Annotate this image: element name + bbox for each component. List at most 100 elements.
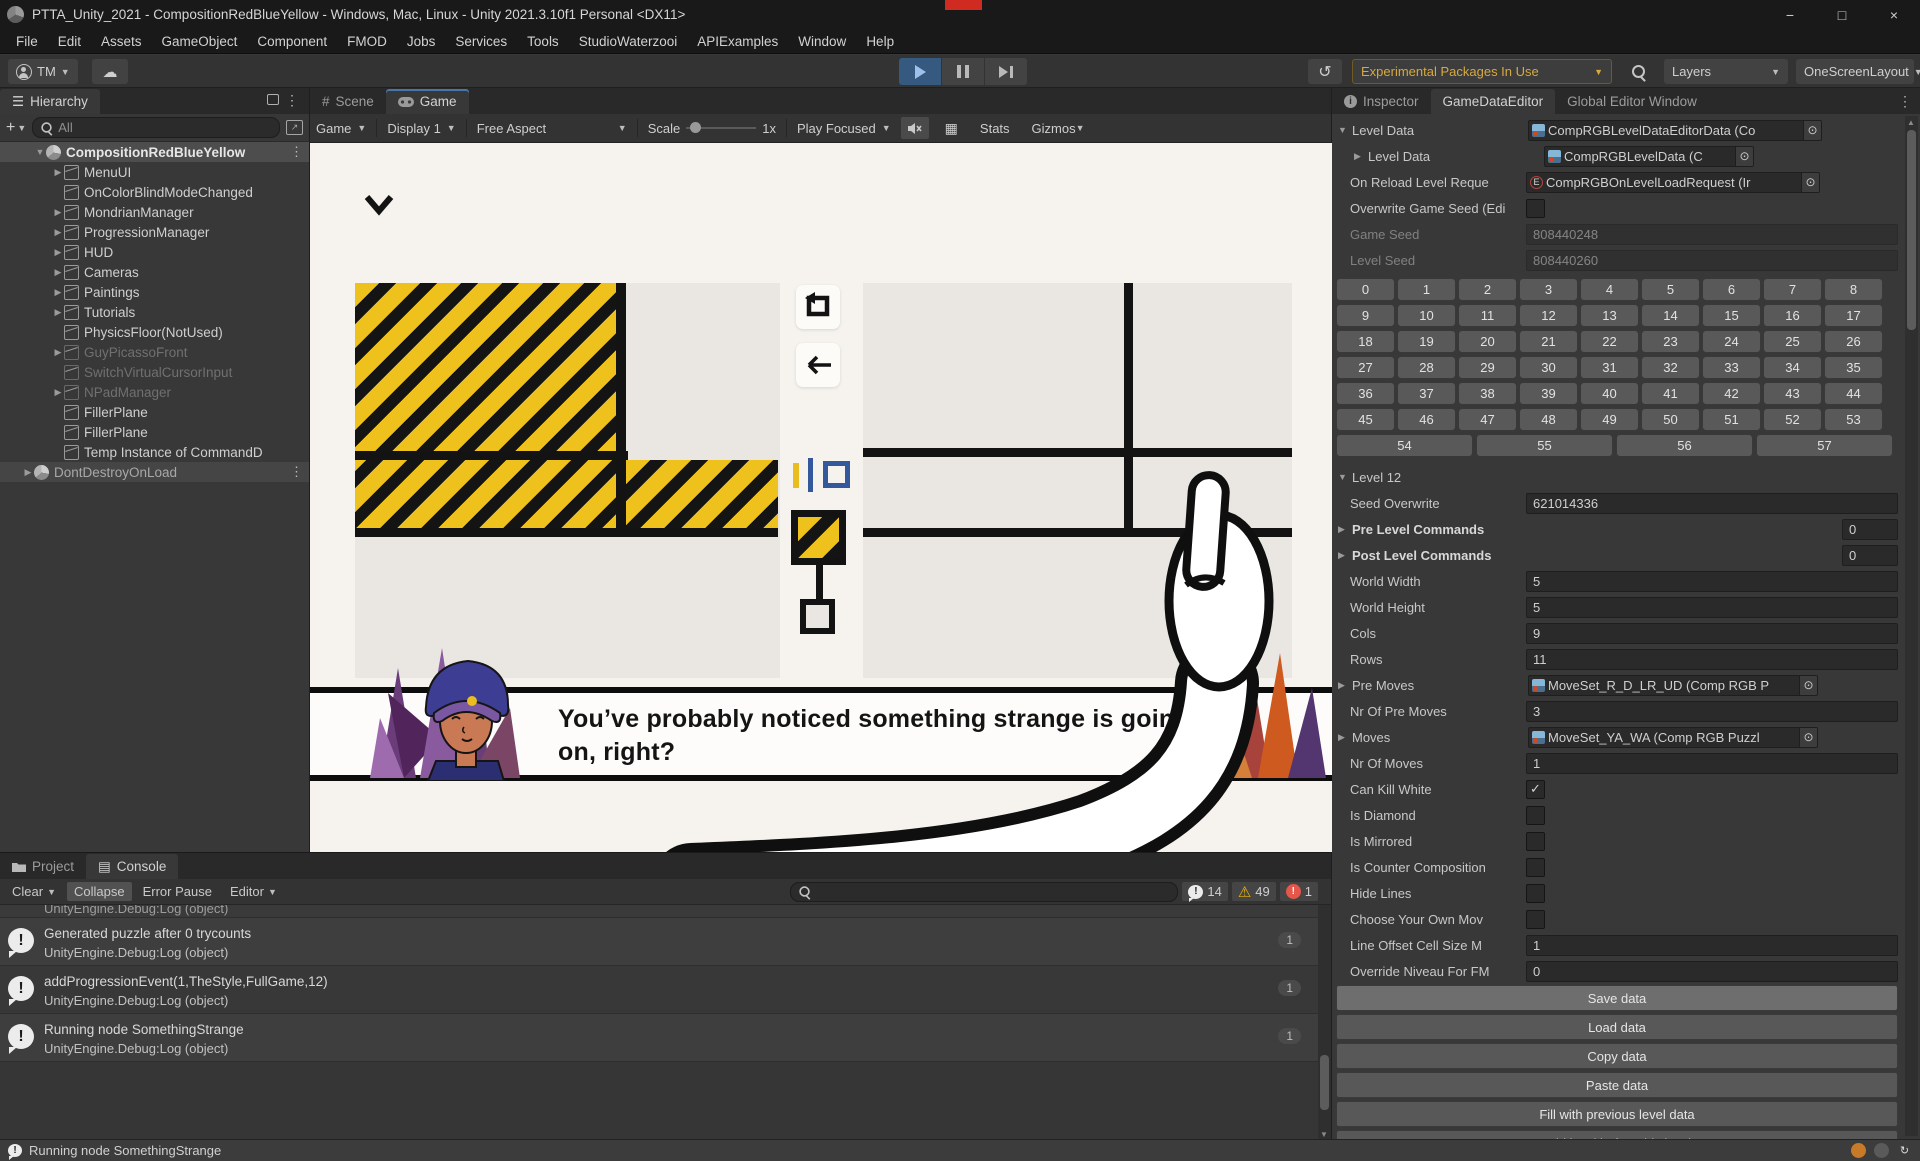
- level-button-13[interactable]: 13: [1580, 304, 1639, 327]
- object-picker-icon[interactable]: ⊙: [1735, 146, 1753, 166]
- log-entry[interactable]: ! Running node SomethingStrange UnityEngin…: [0, 1014, 1331, 1062]
- level-button-23[interactable]: 23: [1641, 330, 1700, 353]
- save-data-button[interactable]: Save data: [1336, 985, 1898, 1011]
- menu-fmod[interactable]: FMOD: [337, 34, 397, 49]
- level-button-3[interactable]: 3: [1519, 278, 1578, 301]
- console-scrollbar-thumb[interactable]: [1320, 1055, 1329, 1110]
- level-button-4[interactable]: 4: [1580, 278, 1639, 301]
- level-button-21[interactable]: 21: [1519, 330, 1578, 353]
- game-popup[interactable]: Game ▼: [316, 121, 366, 136]
- level-button-30[interactable]: 30: [1519, 356, 1578, 379]
- fmod-status-icon[interactable]: [1851, 1143, 1866, 1158]
- menu-window[interactable]: Window: [788, 34, 856, 49]
- status-bar[interactable]: ! Running node SomethingStrange ↻: [0, 1139, 1920, 1161]
- level-button-43[interactable]: 43: [1763, 382, 1822, 405]
- object-field[interactable]: CompRGBLevelDataEditorData (Co ⊙: [1528, 119, 1822, 141]
- level-button-27[interactable]: 27: [1336, 356, 1395, 379]
- level-button-5[interactable]: 5: [1641, 278, 1700, 301]
- level-button-42[interactable]: 42: [1702, 382, 1761, 405]
- error-pause-toggle[interactable]: Error Pause: [136, 882, 219, 901]
- foldout-arrow-icon[interactable]: ▶: [52, 167, 64, 178]
- scale-slider-track[interactable]: [686, 122, 757, 133]
- field-value-input[interactable]: 5: [1526, 596, 1898, 618]
- foldout-arrow-icon[interactable]: ▼: [34, 147, 46, 157]
- level-button-55[interactable]: 55: [1476, 434, 1613, 457]
- level-button-16[interactable]: 16: [1763, 304, 1822, 327]
- level-button-9[interactable]: 9: [1336, 304, 1395, 327]
- minimize-button[interactable]: −: [1764, 0, 1816, 29]
- foldout-arrow-icon[interactable]: ▶: [1352, 151, 1368, 162]
- object-field[interactable]: MoveSet_R_D_LR_UD (Comp RGB P ⊙: [1528, 674, 1818, 696]
- object-picker-icon[interactable]: ⊙: [1799, 675, 1817, 695]
- hierarchy-item[interactable]: OnColorBlindModeChanged: [0, 182, 309, 202]
- console-log-list[interactable]: UnityEngine.Debug:Log (object) ! Generate…: [0, 905, 1331, 1141]
- level-button-20[interactable]: 20: [1458, 330, 1517, 353]
- field-value-input[interactable]: 0: [1526, 960, 1898, 982]
- object-picker-icon[interactable]: ⊙: [1803, 120, 1821, 140]
- field-value-input[interactable]: 1: [1526, 934, 1898, 956]
- checkbox[interactable]: [1526, 857, 1545, 877]
- menu-file[interactable]: File: [6, 34, 48, 49]
- foldout-arrow-icon[interactable]: ▼: [1336, 125, 1352, 135]
- level-button-11[interactable]: 11: [1458, 304, 1517, 327]
- hierarchy-item[interactable]: FillerPlane: [0, 422, 309, 442]
- foldout-arrow-icon[interactable]: ▶: [1336, 680, 1352, 691]
- level-button-29[interactable]: 29: [1458, 356, 1517, 379]
- hierarchy-item[interactable]: Temp Instance of CommandD: [0, 442, 309, 462]
- level-button-36[interactable]: 36: [1336, 382, 1395, 405]
- log-entry-clipped[interactable]: UnityEngine.Debug:Log (object): [0, 905, 1331, 918]
- load-data-button[interactable]: Load data: [1336, 1014, 1898, 1040]
- tab-gamedataeditor[interactable]: GameDataEditor: [1430, 89, 1556, 114]
- menu-jobs[interactable]: Jobs: [397, 34, 446, 49]
- level-button-37[interactable]: 37: [1397, 382, 1456, 405]
- level-button-26[interactable]: 26: [1824, 330, 1883, 353]
- hierarchy-scene-row[interactable]: ▶ DontDestroyOnLoad ⋮: [0, 462, 309, 482]
- field-value-input[interactable]: 0: [1842, 544, 1898, 566]
- display-dropdown[interactable]: Display 1 ▼: [387, 121, 455, 136]
- menu-studiowaterzooi[interactable]: StudioWaterzooi: [569, 34, 688, 49]
- field-value-input[interactable]: 5: [1526, 570, 1898, 592]
- play-button[interactable]: [899, 58, 941, 85]
- scale-slider[interactable]: Scale 1x: [648, 121, 776, 136]
- level-button-8[interactable]: 8: [1824, 278, 1883, 301]
- field-value-input[interactable]: 11: [1526, 648, 1898, 670]
- menu-tools[interactable]: Tools: [517, 34, 569, 49]
- hierarchy-item[interactable]: SwitchVirtualCursorInput: [0, 362, 309, 382]
- level-button-18[interactable]: 18: [1336, 330, 1395, 353]
- foldout-arrow-icon[interactable]: ▶: [52, 207, 64, 218]
- inspector-menu-icon[interactable]: ⋮: [1898, 93, 1912, 110]
- gizmos-dropdown[interactable]: Gizmos ▼: [1026, 117, 1091, 139]
- paste-data-button[interactable]: Paste data: [1336, 1072, 1898, 1098]
- hierarchy-search-input[interactable]: All: [32, 117, 280, 138]
- maximize-button[interactable]: □: [1816, 0, 1868, 29]
- layers-dropdown[interactable]: Layers ▼: [1664, 59, 1788, 84]
- layout-dropdown[interactable]: OneScreenLayout ▼: [1796, 59, 1920, 84]
- object-field[interactable]: E CompRGBOnLevelLoadRequest (Ir ⊙: [1526, 171, 1820, 193]
- level-button-12[interactable]: 12: [1519, 304, 1578, 327]
- cloud-button[interactable]: ☁: [92, 59, 128, 84]
- object-picker-icon[interactable]: ⊙: [1801, 172, 1819, 192]
- level-foldout[interactable]: ▼ Level 12: [1336, 465, 1898, 489]
- field-value-input[interactable]: 808440260: [1526, 249, 1898, 271]
- level-button-38[interactable]: 38: [1458, 382, 1517, 405]
- row-menu-icon[interactable]: ⋮: [290, 144, 303, 160]
- stats-toggle[interactable]: Stats: [974, 117, 1016, 139]
- level-button-25[interactable]: 25: [1763, 330, 1822, 353]
- level-button-2[interactable]: 2: [1458, 278, 1517, 301]
- mute-audio-toggle[interactable]: [900, 117, 929, 139]
- field-value-input[interactable]: 3: [1526, 700, 1898, 722]
- menu-gameobject[interactable]: GameObject: [152, 34, 248, 49]
- services-status-icon[interactable]: [1874, 1143, 1889, 1158]
- foldout-arrow-icon[interactable]: ▶: [52, 227, 64, 238]
- object-picker-icon[interactable]: ⊙: [1799, 727, 1817, 747]
- level-button-7[interactable]: 7: [1763, 278, 1822, 301]
- clear-button[interactable]: Clear ▼: [5, 882, 63, 901]
- checkbox[interactable]: [1526, 805, 1545, 825]
- hierarchy-item[interactable]: ▶ Paintings: [0, 282, 309, 302]
- info-count-toggle[interactable]: ! 14: [1182, 882, 1228, 902]
- level-button-52[interactable]: 52: [1763, 408, 1822, 431]
- scroll-down-icon[interactable]: ▼: [1320, 1130, 1328, 1139]
- step-button[interactable]: [985, 58, 1027, 85]
- checkbox[interactable]: [1526, 831, 1545, 851]
- level-button-24[interactable]: 24: [1702, 330, 1761, 353]
